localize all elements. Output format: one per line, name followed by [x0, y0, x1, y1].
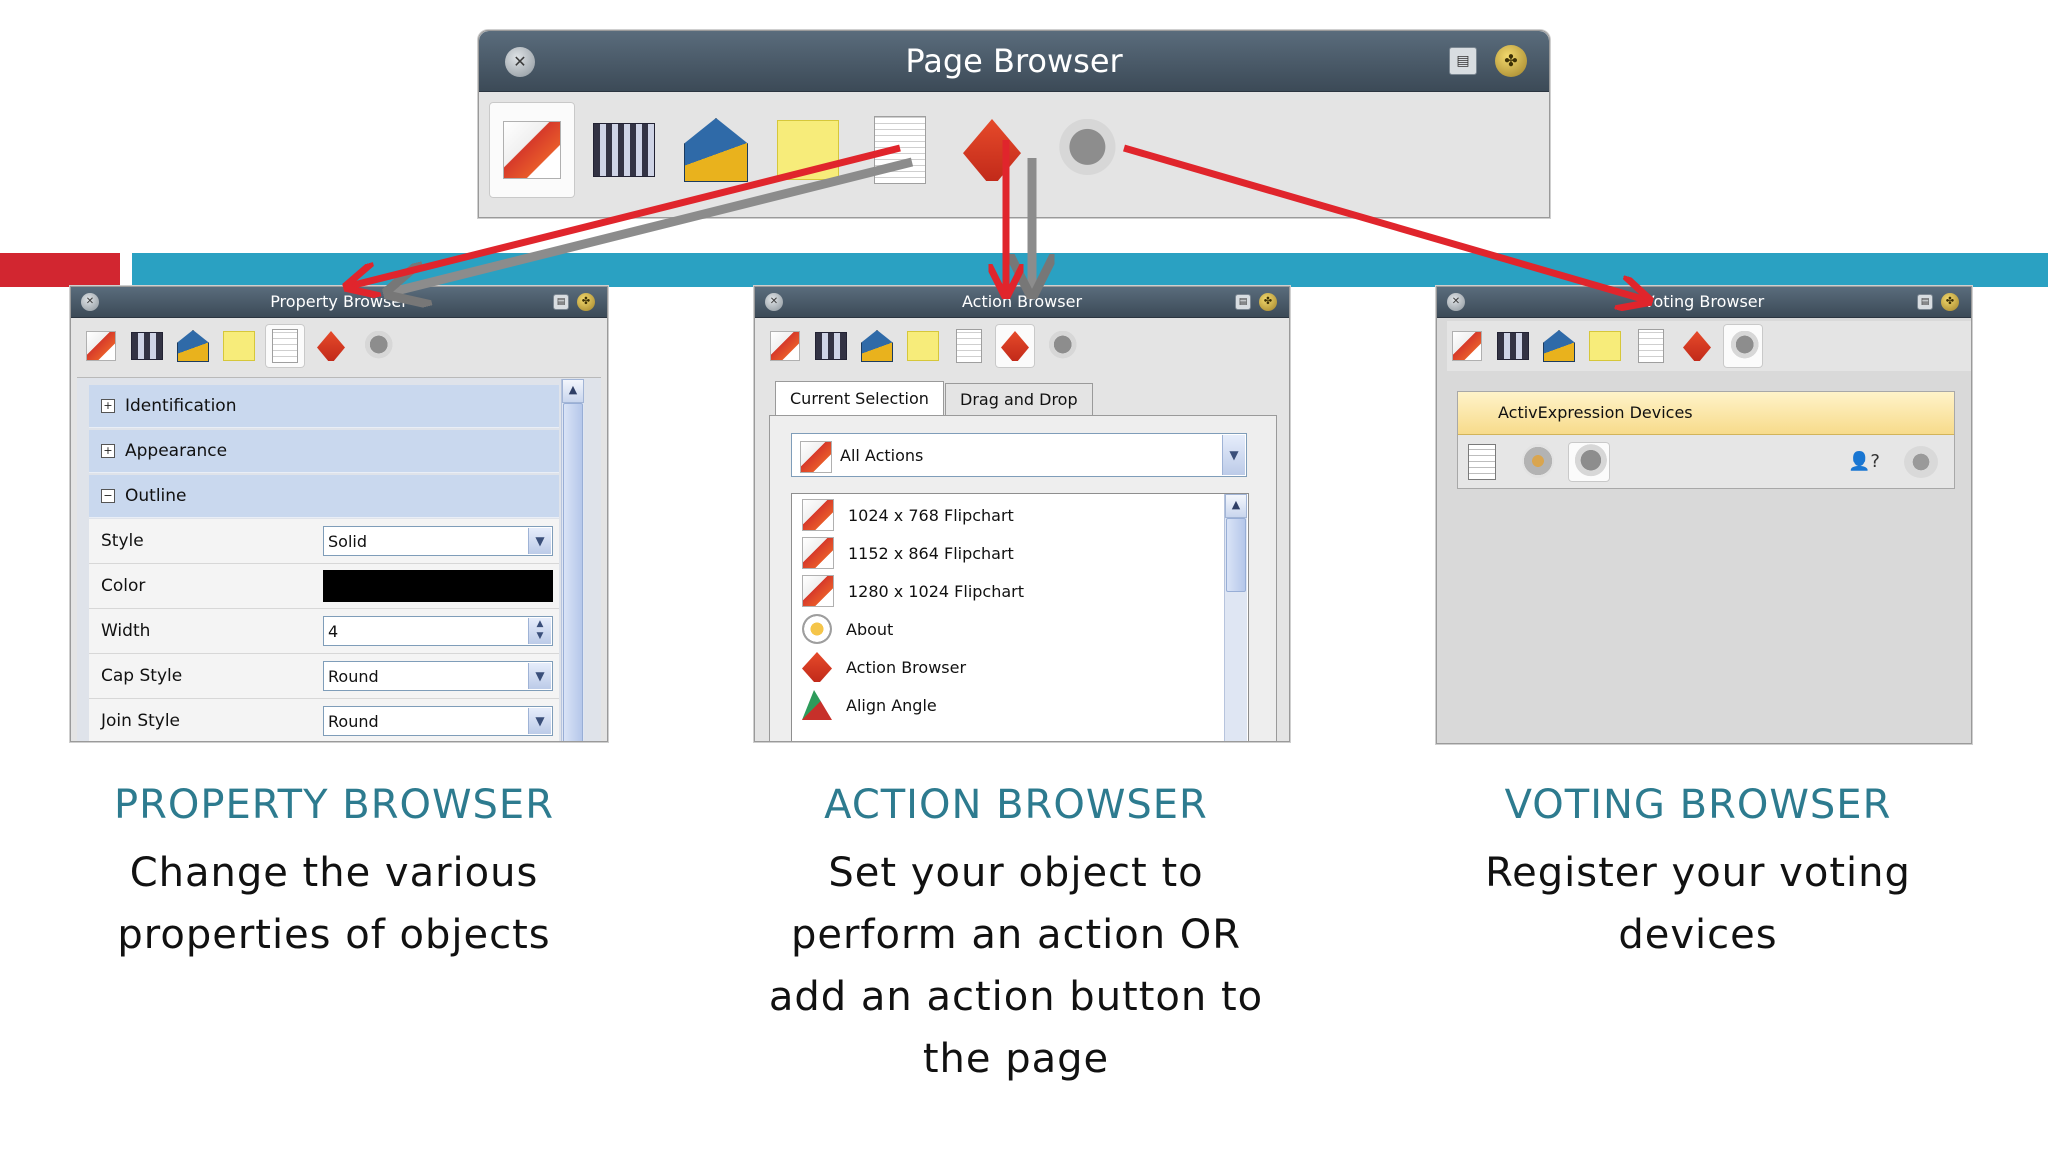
property-browser-caption-title: PROPERTY BROWSER: [114, 782, 554, 828]
action-browser-caption-body: Set your object to perform an action OR …: [768, 850, 1264, 1082]
arrow-to-voting-browser: [1123, 144, 1646, 300]
shadow-arrow-property: [392, 157, 914, 292]
action-browser-caption-title: ACTION BROWSER: [824, 782, 1208, 828]
voting-browser-caption-body: Register your voting devices: [1485, 850, 1911, 958]
property-browser-caption-body: Change the various properties of objects: [117, 850, 551, 958]
arrow-to-property-browser: [350, 144, 901, 286]
voting-browser-caption-title: VOTING BROWSER: [1504, 782, 1892, 828]
